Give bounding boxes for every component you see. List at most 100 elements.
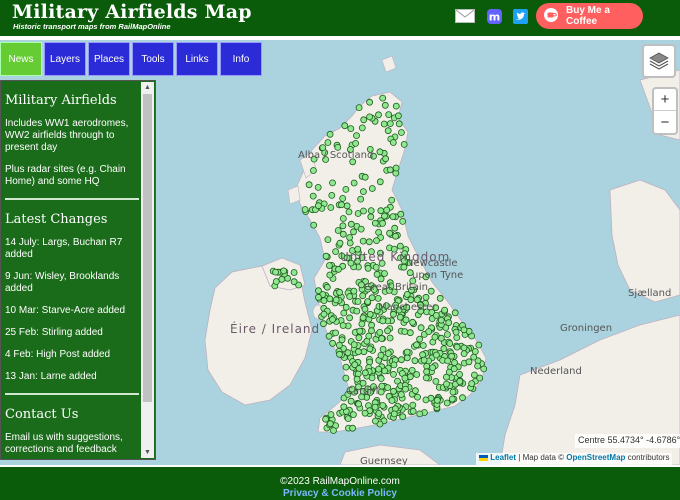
airfield-marker[interactable] bbox=[355, 400, 363, 408]
airfield-marker[interactable] bbox=[389, 213, 397, 221]
airfield-marker[interactable] bbox=[377, 375, 385, 382]
airfield-marker[interactable] bbox=[336, 239, 344, 247]
airfield-marker[interactable] bbox=[371, 403, 379, 411]
airfield-marker[interactable] bbox=[365, 238, 373, 246]
airfield-marker[interactable] bbox=[380, 120, 388, 128]
airfield-marker[interactable] bbox=[278, 275, 286, 283]
airfield-marker[interactable] bbox=[343, 202, 351, 210]
airfield-marker[interactable] bbox=[378, 382, 386, 390]
buy-me-a-coffee-button[interactable]: Buy Me a Coffee bbox=[536, 3, 643, 29]
airfield-marker[interactable] bbox=[416, 335, 424, 343]
airfield-marker[interactable] bbox=[443, 380, 450, 388]
airfield-marker[interactable] bbox=[346, 293, 354, 300]
airfield-marker[interactable] bbox=[377, 351, 385, 359]
airfield-marker[interactable] bbox=[422, 293, 430, 301]
airfield-marker[interactable] bbox=[422, 374, 430, 382]
airfield-marker[interactable] bbox=[411, 357, 419, 365]
scroll-thumb[interactable] bbox=[143, 94, 152, 402]
sidebar-scrollbar[interactable]: ▲ ▼ bbox=[141, 82, 154, 458]
airfield-marker[interactable] bbox=[446, 340, 454, 347]
airfield-marker[interactable] bbox=[334, 227, 342, 234]
airfield-marker[interactable] bbox=[350, 228, 357, 236]
zoom-in-button[interactable]: + bbox=[654, 89, 676, 111]
mail-icon[interactable] bbox=[455, 8, 475, 24]
airfield-marker[interactable] bbox=[305, 181, 313, 189]
airfield-marker[interactable] bbox=[354, 348, 362, 356]
airfield-marker[interactable] bbox=[460, 350, 468, 358]
airfield-marker[interactable] bbox=[340, 403, 348, 411]
airfield-marker[interactable] bbox=[384, 384, 392, 392]
airfield-marker[interactable] bbox=[385, 111, 393, 118]
airfield-marker[interactable] bbox=[371, 417, 379, 425]
airfield-marker[interactable] bbox=[386, 334, 394, 342]
airfield-marker[interactable] bbox=[432, 377, 440, 385]
airfield-marker[interactable] bbox=[314, 183, 322, 191]
airfield-marker[interactable] bbox=[332, 296, 340, 304]
airfield-marker[interactable] bbox=[326, 271, 334, 279]
airfield-marker[interactable] bbox=[417, 324, 425, 332]
airfield-marker[interactable] bbox=[399, 217, 407, 225]
airfield-marker[interactable] bbox=[355, 365, 363, 372]
scroll-down-icon[interactable]: ▼ bbox=[141, 447, 154, 458]
airfield-marker[interactable] bbox=[373, 237, 380, 245]
airfield-marker[interactable] bbox=[397, 391, 405, 398]
airfield-marker[interactable] bbox=[314, 202, 322, 210]
airfield-marker[interactable] bbox=[320, 310, 328, 318]
airfield-marker[interactable] bbox=[399, 413, 407, 421]
airfield-marker[interactable] bbox=[375, 409, 383, 417]
airfield-marker[interactable] bbox=[322, 415, 330, 423]
airfield-marker[interactable] bbox=[361, 305, 369, 313]
airfield-marker[interactable] bbox=[453, 343, 461, 351]
airfield-marker[interactable] bbox=[330, 427, 337, 434]
airfield-marker[interactable] bbox=[325, 332, 333, 340]
airfield-marker[interactable] bbox=[451, 309, 459, 317]
openstreetmap-link[interactable]: OpenStreetMap bbox=[566, 453, 625, 462]
airfield-marker[interactable] bbox=[361, 369, 369, 377]
airfield-marker[interactable] bbox=[402, 316, 410, 324]
airfield-marker[interactable] bbox=[414, 393, 421, 401]
airfield-marker[interactable] bbox=[476, 374, 484, 382]
airfield-marker[interactable] bbox=[396, 242, 404, 250]
airfield-marker[interactable] bbox=[338, 201, 345, 209]
airfield-marker[interactable] bbox=[350, 341, 358, 349]
airfield-marker[interactable] bbox=[324, 139, 332, 146]
airfield-marker[interactable] bbox=[423, 368, 431, 376]
airfield-marker[interactable] bbox=[381, 101, 389, 109]
airfield-marker[interactable] bbox=[474, 362, 482, 370]
airfield-marker[interactable] bbox=[396, 313, 404, 321]
airfield-marker[interactable] bbox=[389, 139, 397, 146]
airfield-marker[interactable] bbox=[272, 278, 280, 285]
airfield-marker[interactable] bbox=[342, 303, 350, 311]
airfield-marker[interactable] bbox=[451, 359, 458, 367]
airfield-marker[interactable] bbox=[459, 394, 466, 402]
airfield-marker[interactable] bbox=[339, 215, 347, 222]
airfield-marker[interactable] bbox=[416, 410, 424, 418]
airfield-marker[interactable] bbox=[388, 397, 396, 404]
airfield-marker[interactable] bbox=[366, 310, 374, 318]
airfield-marker[interactable] bbox=[327, 204, 335, 211]
airfield-marker[interactable] bbox=[427, 287, 435, 295]
airfield-marker[interactable] bbox=[403, 348, 411, 356]
airfield-marker[interactable] bbox=[401, 374, 409, 382]
airfield-marker[interactable] bbox=[400, 141, 408, 148]
airfield-marker[interactable] bbox=[366, 113, 374, 121]
airfield-marker[interactable] bbox=[384, 127, 392, 135]
airfield-marker[interactable] bbox=[354, 210, 362, 217]
airfield-marker[interactable] bbox=[346, 234, 354, 241]
airfield-marker[interactable] bbox=[444, 357, 452, 365]
airfield-marker[interactable] bbox=[425, 328, 433, 336]
airfield-marker[interactable] bbox=[357, 225, 365, 233]
airfield-marker[interactable] bbox=[340, 309, 348, 317]
airfield-marker[interactable] bbox=[309, 192, 317, 200]
airfield-marker[interactable] bbox=[383, 206, 391, 214]
airfield-marker[interactable] bbox=[325, 262, 333, 269]
airfield-marker[interactable] bbox=[347, 397, 355, 405]
airfield-marker[interactable] bbox=[326, 130, 334, 138]
airfield-marker[interactable] bbox=[347, 125, 355, 132]
airfield-marker[interactable] bbox=[376, 178, 384, 186]
airfield-marker[interactable] bbox=[392, 102, 400, 110]
airfield-marker[interactable] bbox=[384, 327, 391, 335]
airfield-marker[interactable] bbox=[322, 252, 330, 260]
airfield-marker[interactable] bbox=[354, 298, 362, 305]
airfield-marker[interactable] bbox=[272, 268, 280, 276]
